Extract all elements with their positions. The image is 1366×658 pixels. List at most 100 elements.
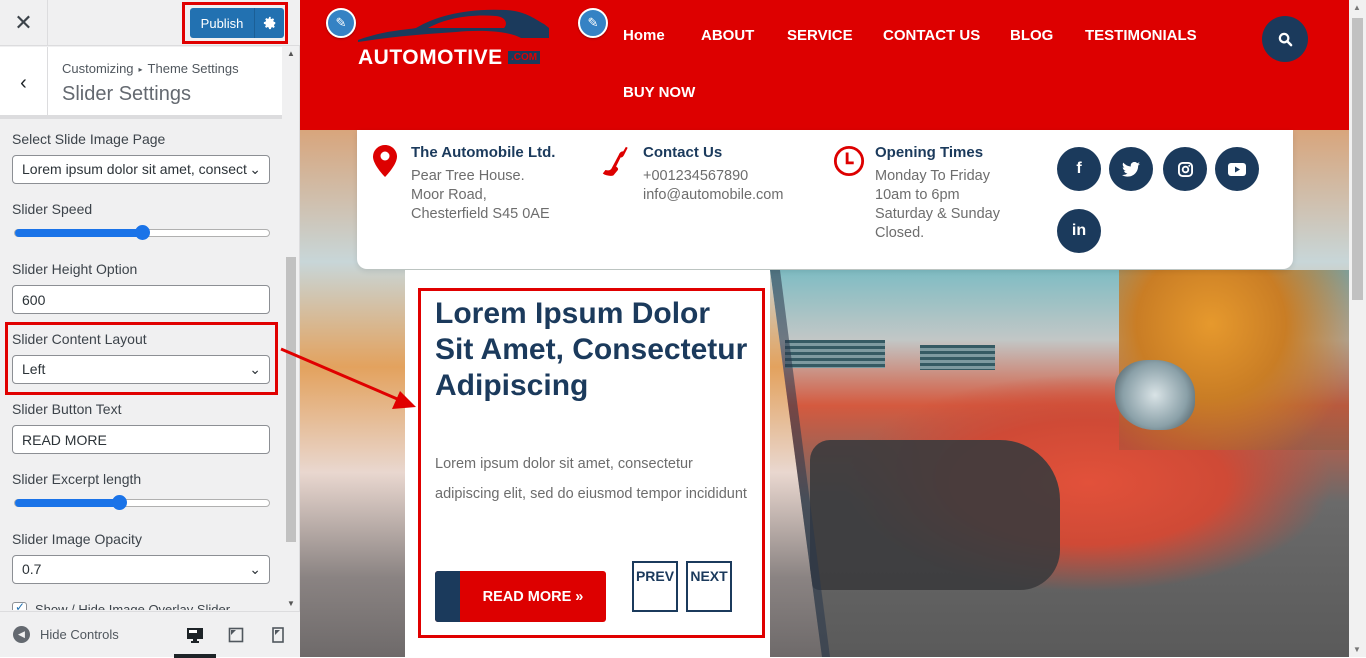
prev-slide-button[interactable]: PREV: [632, 561, 678, 612]
edit-logo-shortcut[interactable]: ✎: [326, 8, 356, 38]
scroll-down-icon[interactable]: ▼: [1353, 645, 1361, 654]
site-logo[interactable]: AUTOMOTIVE .COM: [356, 6, 556, 70]
hood-vent: [785, 340, 885, 368]
edit-menu-shortcut[interactable]: ✎: [578, 8, 608, 38]
button-text-input[interactable]: [12, 425, 270, 454]
map-pin-icon: [369, 144, 401, 180]
contact-phone[interactable]: +001234567890: [643, 167, 783, 186]
select-value: Lorem ipsum dolor sit amet, consect: [22, 161, 247, 177]
site-header: ✎ AUTOMOTIVE .COM ✎ Home ABOUT SERVICE C…: [300, 0, 1349, 130]
read-more-label: READ MORE »: [482, 588, 584, 605]
hours-line: Saturday & Sunday: [875, 206, 1000, 222]
range-thumb[interactable]: [135, 225, 150, 240]
gear-icon[interactable]: [254, 8, 284, 38]
collapse-icon: ◀: [13, 626, 30, 643]
hide-controls-button[interactable]: ◀ Hide Controls: [13, 626, 119, 643]
youtube-icon: [1228, 162, 1246, 176]
read-more-button[interactable]: READ MORE »: [435, 571, 606, 622]
social-twitter[interactable]: [1109, 147, 1153, 191]
scrollbar-thumb[interactable]: [1352, 18, 1363, 300]
slide-image-page-select[interactable]: Lorem ipsum dolor sit amet, consect ⌄: [12, 155, 270, 184]
publish-label: Publish: [200, 15, 244, 31]
excerpt-length-range[interactable]: [14, 495, 270, 510]
button-text-label: Slider Button Text: [12, 401, 122, 417]
nav-home[interactable]: Home: [623, 27, 665, 44]
image-opacity-select[interactable]: 0.7 ⌄: [12, 555, 270, 584]
hours-line: Monday To Friday: [875, 168, 990, 184]
overlay-checkbox[interactable]: [12, 600, 27, 610]
slide-image-page-label: Select Slide Image Page: [12, 131, 166, 147]
slider-speed-range[interactable]: [14, 225, 270, 240]
facebook-icon: f: [1076, 160, 1082, 177]
car-headlight: [1115, 360, 1195, 430]
social-facebook[interactable]: f: [1057, 147, 1101, 191]
mobile-icon: [272, 627, 284, 643]
pencil-icon: ✎: [335, 15, 347, 30]
section-header: ‹ Customizing ▸ Theme Settings Slider Sett…: [0, 47, 282, 119]
social-linkedin[interactable]: in: [1057, 209, 1101, 253]
chevron-left-icon: ‹: [20, 71, 27, 94]
section-title: Slider Settings: [62, 83, 191, 105]
slider-speed-label: Slider Speed: [12, 201, 93, 217]
phone-icon: [601, 144, 633, 180]
nav-testimonials[interactable]: TESTIMONIALS: [1085, 27, 1197, 44]
next-slide-button[interactable]: NEXT: [686, 561, 732, 612]
search-icon: [1278, 32, 1292, 46]
slider-height-input[interactable]: [12, 285, 270, 314]
device-tablet-button[interactable]: [227, 626, 245, 644]
hood-vent: [920, 345, 995, 370]
select-value: 0.7: [22, 561, 42, 577]
scroll-up-icon[interactable]: ▲: [287, 49, 295, 58]
range-thumb[interactable]: [112, 495, 128, 510]
overlay-checkbox-row[interactable]: Show / Hide Image Overlay Slider: [12, 600, 231, 610]
content-layout-select[interactable]: Left ⌄: [12, 355, 270, 384]
device-desktop-button[interactable]: [186, 626, 204, 644]
hours-title: Opening Times: [875, 144, 984, 161]
contact-email[interactable]: info@automobile.com: [643, 186, 783, 205]
hours-line: Closed.: [875, 225, 925, 241]
pencil-icon: ✎: [587, 15, 599, 30]
close-customizer-button[interactable]: ✕: [0, 0, 48, 46]
nav-about[interactable]: ABOUT: [701, 27, 754, 44]
scroll-down-icon[interactable]: ▼: [287, 599, 295, 608]
car-grille: [810, 440, 1060, 590]
nav-contact-us[interactable]: CONTACT US: [883, 27, 980, 44]
address-line: Pear Tree House.: [411, 168, 525, 184]
device-mobile-button[interactable]: [269, 626, 287, 644]
preview-scrollbar[interactable]: ▲ ▼: [1349, 0, 1366, 657]
image-opacity-label: Slider Image Opacity: [12, 531, 142, 547]
hours-block: Opening Times Monday To Friday 10am to 6…: [833, 144, 1000, 243]
publish-button[interactable]: Publish: [190, 8, 284, 38]
social-youtube[interactable]: [1215, 147, 1259, 191]
chevron-down-icon: ⌄: [249, 161, 261, 177]
contact-title: Contact Us: [643, 144, 723, 161]
select-value: Left: [22, 361, 46, 377]
address-line: Moor Road,: [411, 187, 487, 203]
customizer-footer: ◀ Hide Controls: [0, 611, 300, 658]
scroll-up-icon[interactable]: ▲: [1353, 3, 1361, 12]
customizer-header: ✕ Publish: [0, 0, 300, 46]
social-instagram[interactable]: [1163, 147, 1207, 191]
hide-controls-label: Hide Controls: [40, 627, 119, 642]
nav-service[interactable]: SERVICE: [787, 27, 853, 44]
overlay-checkbox-label: Show / Hide Image Overlay Slider: [35, 602, 231, 610]
clock-icon: [833, 144, 865, 180]
nav-buy-now[interactable]: BUY NOW: [623, 84, 695, 101]
controls-panel: Select Slide Image Page Lorem ipsum dolo…: [0, 122, 282, 610]
close-icon: ✕: [14, 10, 33, 35]
search-button[interactable]: [1262, 16, 1308, 62]
slider-height-label: Slider Height Option: [12, 261, 138, 277]
slide-title: Lorem Ipsum Dolor Sit Amet, Consectetur …: [435, 297, 748, 402]
controls-scrollbar[interactable]: ▲ ▼: [284, 47, 298, 610]
back-button[interactable]: ‹: [0, 47, 48, 119]
linkedin-icon: in: [1071, 222, 1087, 239]
nav-blog[interactable]: BLOG: [1010, 27, 1053, 44]
breadcrumb-item: Theme Settings: [147, 61, 239, 76]
button-accent: [435, 571, 460, 622]
hero-car-image: [770, 270, 1349, 657]
brand-name: AUTOMOTIVE: [358, 46, 503, 69]
desktop-icon: [187, 628, 203, 643]
twitter-icon: [1122, 161, 1140, 177]
breadcrumb-separator-icon: ▸: [138, 65, 143, 74]
chevron-down-icon: ⌄: [249, 361, 261, 377]
